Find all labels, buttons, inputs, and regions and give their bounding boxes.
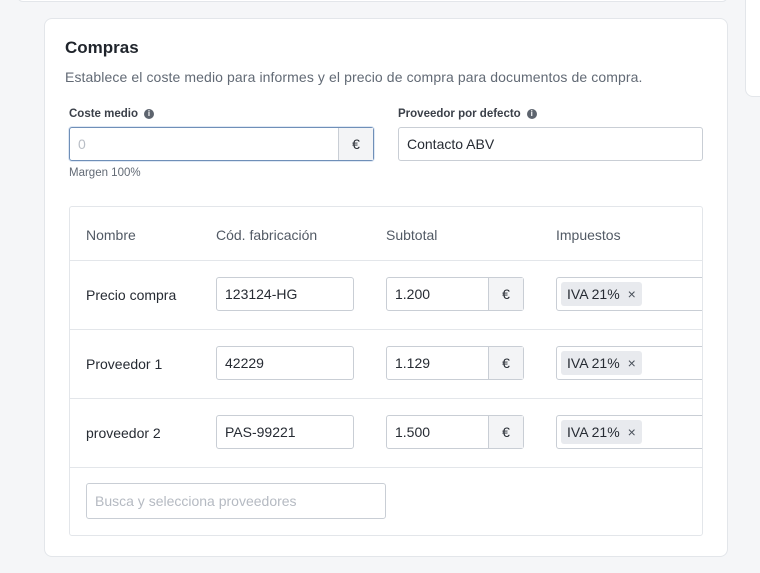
tax-select[interactable]: IVA 21% × bbox=[556, 415, 702, 449]
code-value[interactable]: 123124-HG bbox=[217, 286, 353, 302]
previous-section-card bbox=[17, 0, 728, 2]
proveedor-value[interactable]: Contacto ABV bbox=[399, 136, 702, 152]
table-row: proveedor 2 PAS-99221 1.500 € IVA 21% × bbox=[70, 398, 702, 468]
currency-addon: € bbox=[488, 278, 523, 310]
subtotal-value[interactable]: 1.200 bbox=[387, 286, 488, 302]
tax-tag-label: IVA 21% bbox=[567, 355, 620, 371]
coste-medio-label: Coste medio i bbox=[69, 108, 155, 120]
table-row: Proveedor 1 42229 1.129 € IVA 21% × bbox=[70, 329, 702, 399]
close-icon[interactable]: × bbox=[628, 286, 636, 302]
currency-addon: € bbox=[338, 128, 373, 160]
coste-medio-label-text: Coste medio bbox=[69, 108, 139, 120]
tax-select[interactable]: IVA 21% × bbox=[556, 277, 702, 311]
header-nombre: Nombre bbox=[86, 227, 136, 243]
supplier-search-input[interactable]: Busca y selecciona proveedores bbox=[86, 483, 386, 519]
code-input[interactable]: 42229 bbox=[216, 346, 354, 380]
code-value[interactable]: PAS-99221 bbox=[217, 424, 353, 440]
header-cod-fabricacion: Cód. fabricación bbox=[216, 227, 318, 243]
section-title: Compras bbox=[65, 38, 139, 57]
info-icon[interactable]: i bbox=[144, 109, 155, 119]
compras-card: Compras Establece el coste medio para in… bbox=[44, 18, 728, 557]
close-icon[interactable]: × bbox=[628, 355, 636, 371]
row-name: Precio compra bbox=[86, 287, 177, 303]
header-subtotal: Subtotal bbox=[386, 227, 438, 243]
coste-medio-field[interactable]: € bbox=[69, 127, 374, 161]
tax-tag: IVA 21% × bbox=[561, 420, 642, 444]
coste-medio-input[interactable] bbox=[70, 128, 338, 160]
code-value[interactable]: 42229 bbox=[217, 355, 353, 371]
code-input[interactable]: PAS-99221 bbox=[216, 415, 354, 449]
subtotal-input[interactable]: 1.500 € bbox=[386, 415, 524, 449]
margin-hint: Margen 100% bbox=[69, 167, 141, 179]
code-input[interactable]: 123124-HG bbox=[216, 277, 354, 311]
tax-tag: IVA 21% × bbox=[561, 351, 642, 375]
tax-tag: IVA 21% × bbox=[561, 282, 642, 306]
close-icon[interactable]: × bbox=[628, 424, 636, 440]
proveedor-field[interactable]: Contacto ABV bbox=[398, 127, 703, 161]
table-row: Precio compra 123124-HG 1.200 € IVA 21% … bbox=[70, 260, 702, 330]
section-description: Establece el coste medio para informes y… bbox=[65, 69, 643, 85]
tax-select[interactable]: IVA 21% × bbox=[556, 346, 702, 380]
tax-tag-label: IVA 21% bbox=[567, 424, 620, 440]
subtotal-input[interactable]: 1.129 € bbox=[386, 346, 524, 380]
proveedor-label-text: Proveedor por defecto bbox=[398, 108, 521, 120]
proveedor-label: Proveedor por defecto i bbox=[398, 108, 537, 120]
info-icon[interactable]: i bbox=[526, 109, 537, 119]
header-impuestos: Impuestos bbox=[556, 227, 621, 243]
tax-tag-label: IVA 21% bbox=[567, 286, 620, 302]
currency-addon: € bbox=[488, 347, 523, 379]
currency-addon: € bbox=[488, 416, 523, 448]
suppliers-table: Nombre Cód. fabricación Subtotal Impuest… bbox=[69, 206, 703, 536]
row-name: Proveedor 1 bbox=[86, 356, 163, 372]
subtotal-value[interactable]: 1.129 bbox=[387, 355, 488, 371]
subtotal-value[interactable]: 1.500 bbox=[387, 424, 488, 440]
side-panel-card bbox=[745, 0, 760, 97]
row-name: proveedor 2 bbox=[86, 425, 161, 441]
subtotal-input[interactable]: 1.200 € bbox=[386, 277, 524, 311]
